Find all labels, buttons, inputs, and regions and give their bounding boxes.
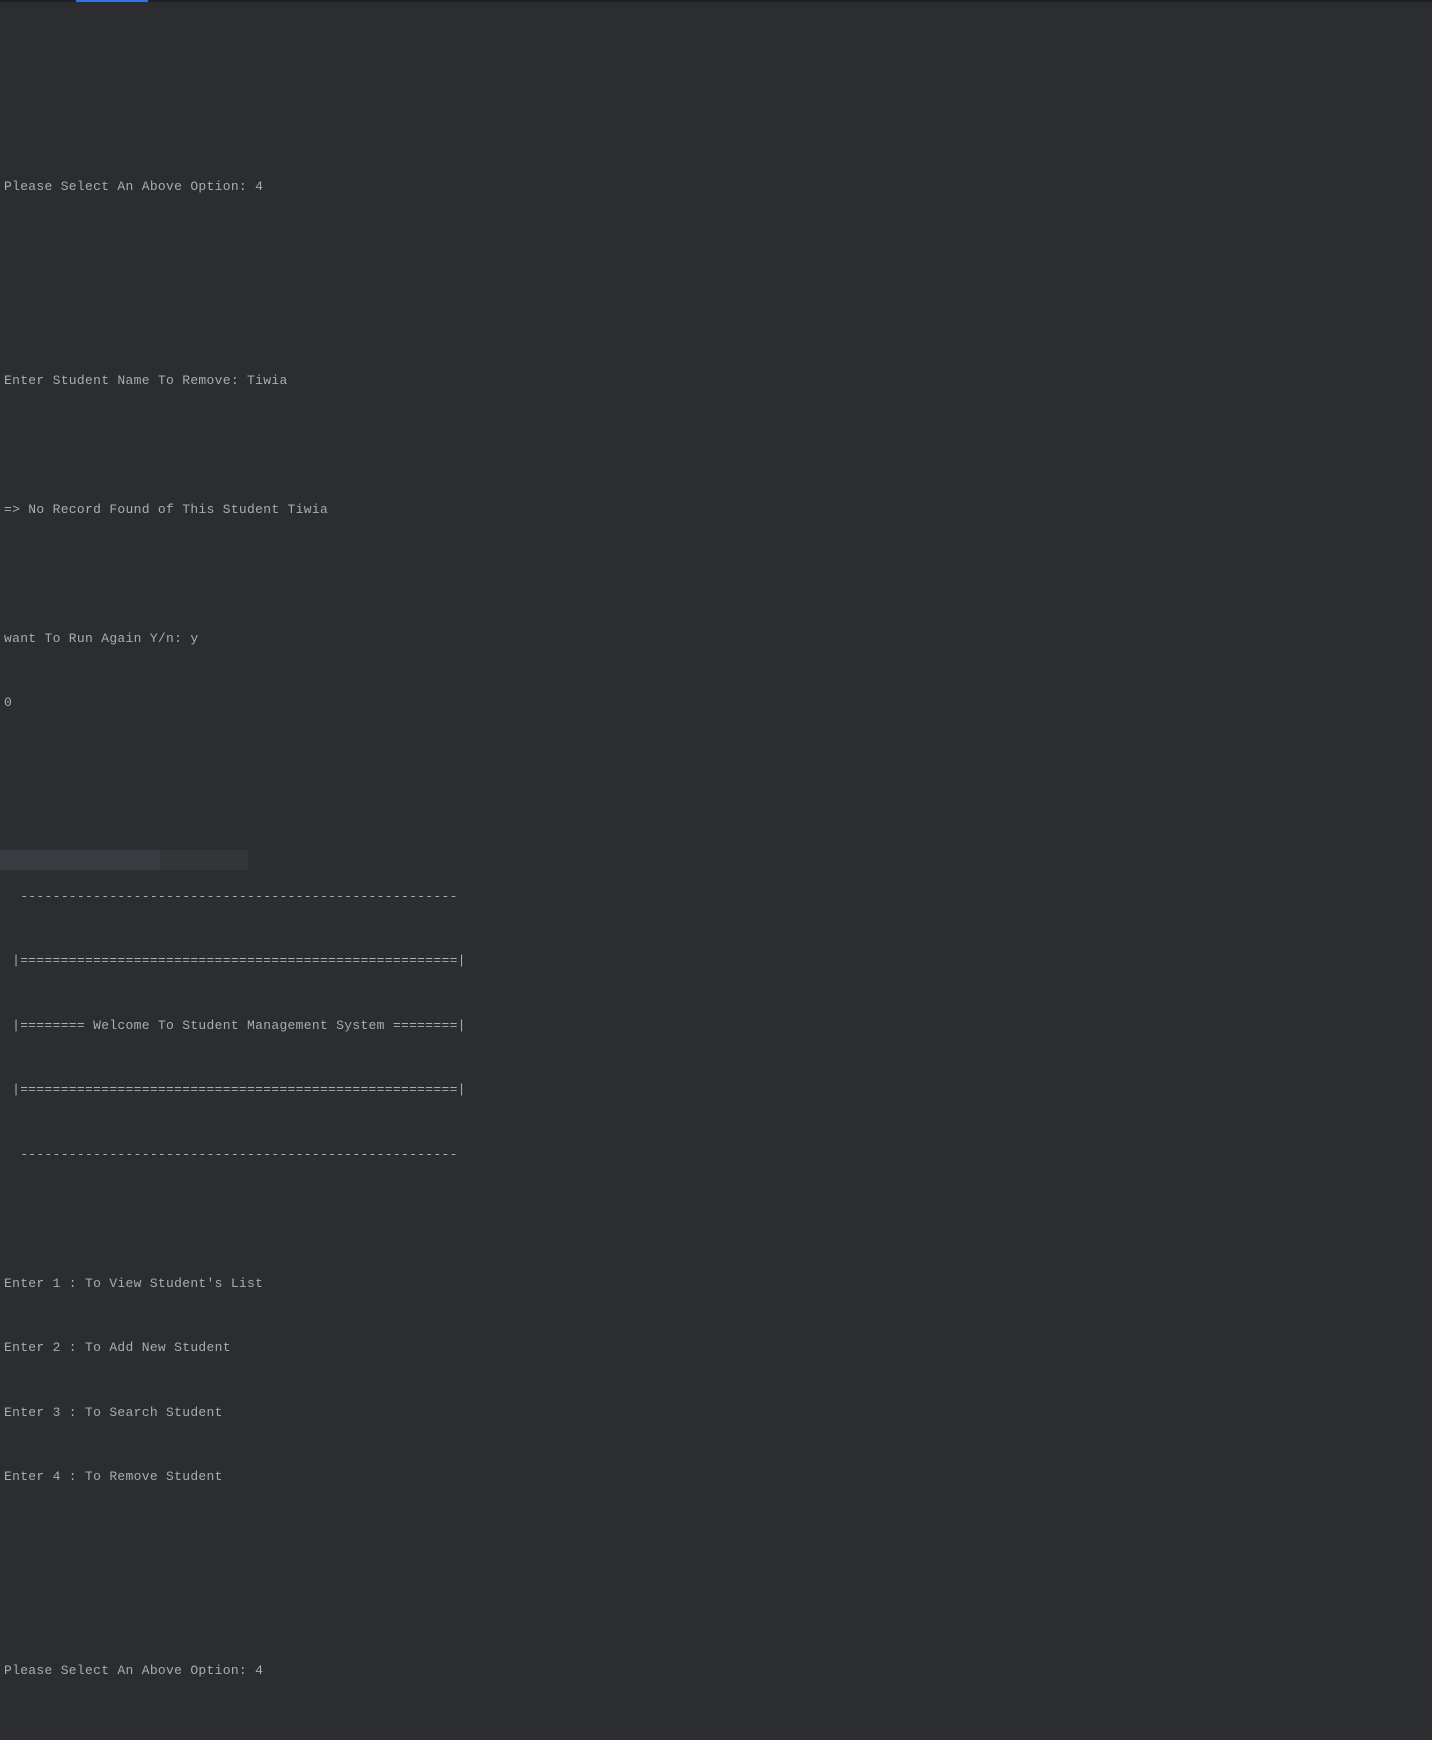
terminal-output[interactable]: Please Select An Above Option: 4 Enter S… [0, 2, 1432, 1740]
status-bar [0, 850, 1432, 870]
terminal-line: Enter 3 : To Search Student [4, 1402, 1428, 1424]
terminal-line: => No Record Found of This Student Tiwia [4, 499, 1428, 521]
terminal-line [4, 821, 1428, 843]
terminal-line [4, 47, 1428, 69]
terminal-line [4, 305, 1428, 327]
terminal-line: Enter 4 : To Remove Student [4, 1466, 1428, 1488]
terminal-line: |=======================================… [4, 950, 1428, 972]
terminal-line [4, 1531, 1428, 1553]
terminal-line: Please Select An Above Option: 4 [4, 1660, 1428, 1682]
tab-bar [0, 0, 1432, 2]
terminal-line: 0 [4, 692, 1428, 714]
active-tab-indicator[interactable] [76, 0, 148, 2]
terminal-line: Please Select An Above Option: 4 [4, 176, 1428, 198]
terminal-line: ----------------------------------------… [4, 886, 1428, 908]
terminal-line [4, 1208, 1428, 1230]
terminal-line: |======== Welcome To Student Management … [4, 1015, 1428, 1037]
terminal-line: ----------------------------------------… [4, 1144, 1428, 1166]
terminal-line [4, 757, 1428, 779]
terminal-line [4, 112, 1428, 134]
terminal-line [4, 1724, 1428, 1740]
terminal-line [4, 434, 1428, 456]
terminal-line: |=======================================… [4, 1079, 1428, 1101]
terminal-line: Enter 2 : To Add New Student [4, 1337, 1428, 1359]
terminal-line [4, 563, 1428, 585]
terminal-line: Enter 1 : To View Student's List [4, 1273, 1428, 1295]
terminal-line [4, 241, 1428, 263]
terminal-line: Enter Student Name To Remove: Tiwia [4, 370, 1428, 392]
terminal-line: want To Run Again Y/n: y [4, 628, 1428, 650]
terminal-line [4, 1595, 1428, 1617]
